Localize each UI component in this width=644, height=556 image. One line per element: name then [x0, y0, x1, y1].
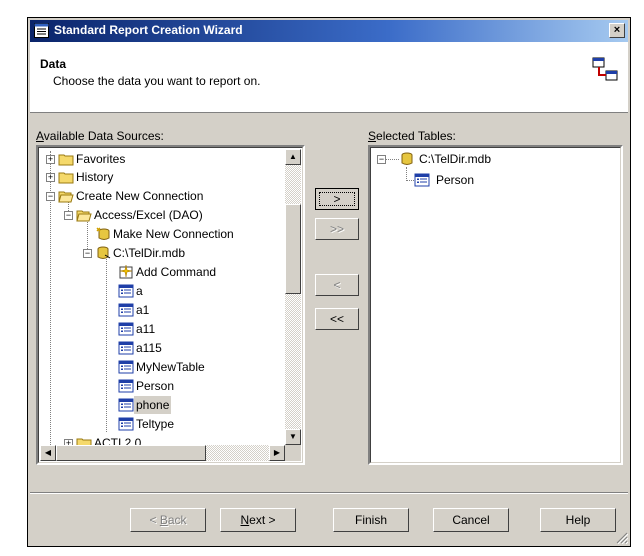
- wizard-app-icon: [34, 23, 49, 38]
- table-icon: [118, 417, 134, 431]
- make-connection-icon: [96, 227, 110, 240]
- collapse-icon[interactable]: −: [64, 211, 73, 220]
- tree-item-create-new-connection[interactable]: − Create New Connection: [43, 187, 273, 205]
- title-bar[interactable]: Standard Report Creation Wizard ×: [30, 20, 628, 42]
- add-table-button[interactable]: >: [315, 188, 359, 210]
- arrow-up-icon: ▲: [289, 152, 297, 161]
- collapse-icon[interactable]: −: [83, 249, 92, 258]
- back-button[interactable]: < Back: [130, 508, 206, 532]
- folder-icon: [58, 172, 74, 184]
- selected-tables-tree[interactable]: − C:\TelDir.mdb Person: [368, 145, 623, 465]
- table-icon: [118, 284, 134, 298]
- table-icon: [118, 379, 134, 393]
- collapse-icon[interactable]: −: [46, 192, 55, 201]
- table-icon: [118, 322, 134, 336]
- arrow-right-icon: ▶: [273, 448, 281, 457]
- expand-icon[interactable]: +: [46, 155, 55, 164]
- arrow-down-icon: ▼: [289, 432, 297, 441]
- vertical-scroll-thumb[interactable]: [285, 204, 301, 294]
- next-button[interactable]: Next >: [220, 508, 296, 532]
- available-sources-tree[interactable]: + Favorites + History − Create New Conne…: [36, 145, 305, 465]
- vertical-scrollbar[interactable]: ▲ ▼: [285, 149, 301, 445]
- database-icon: [97, 246, 111, 259]
- horizontal-scrollbar[interactable]: ◀ ▶: [40, 445, 285, 461]
- wizard-header: Data Choose the data you want to report …: [30, 42, 628, 113]
- horizontal-scroll-thumb[interactable]: [56, 445, 206, 461]
- expand-icon[interactable]: +: [46, 173, 55, 182]
- selected-tables-label: Selected Tables:: [368, 129, 456, 143]
- data-link-icon: [592, 57, 618, 81]
- add-command-icon: [119, 265, 133, 279]
- scroll-up-button[interactable]: ▲: [285, 149, 301, 165]
- tree-item-make-new-connection[interactable]: Make New Connection: [80, 225, 303, 243]
- collapse-icon[interactable]: −: [377, 155, 386, 164]
- scroll-down-button[interactable]: ▼: [285, 429, 301, 445]
- cancel-button[interactable]: Cancel: [433, 508, 509, 532]
- scroll-corner: [285, 445, 301, 461]
- table-icon: [118, 398, 134, 412]
- folder-open-icon: [76, 210, 92, 222]
- selected-item-person[interactable]: Person: [414, 171, 564, 189]
- tree-item-history[interactable]: + History: [43, 168, 263, 186]
- resize-grip-icon[interactable]: [616, 532, 628, 544]
- table-icon: [118, 360, 134, 374]
- finish-button[interactable]: Finish: [333, 508, 409, 532]
- add-all-button[interactable]: >>: [315, 218, 359, 240]
- remove-all-button[interactable]: <<: [315, 308, 359, 330]
- folder-open-icon: [58, 191, 74, 203]
- selected-item-teldir-mdb[interactable]: − C:\TelDir.mdb: [375, 150, 575, 168]
- remove-table-button[interactable]: <: [315, 274, 359, 296]
- table-icon: [118, 303, 134, 317]
- footer-separator: [30, 492, 628, 494]
- help-button[interactable]: Help: [540, 508, 616, 532]
- close-icon: ×: [613, 24, 621, 36]
- tree-item-access-excel-dao[interactable]: − Access/Excel (DAO): [61, 206, 291, 224]
- wizard-dialog: Standard Report Creation Wizard × Data C…: [27, 17, 631, 547]
- step-title: Data: [40, 57, 67, 71]
- database-icon: [401, 152, 413, 165]
- close-button[interactable]: ×: [609, 23, 625, 38]
- tree-item-favorites[interactable]: + Favorites: [43, 150, 263, 168]
- scroll-right-button[interactable]: ▶: [269, 445, 285, 461]
- folder-icon: [58, 154, 74, 166]
- available-sources-label: Available Data Sources:: [36, 129, 164, 143]
- tree-item-teldir-mdb[interactable]: − C:\TelDir.mdb: [80, 244, 280, 262]
- step-subtitle: Choose the data you want to report on.: [53, 74, 261, 88]
- table-icon: [118, 341, 134, 355]
- window-title: Standard Report Creation Wizard: [54, 23, 243, 37]
- arrow-left-icon: ◀: [44, 448, 52, 457]
- scroll-left-button[interactable]: ◀: [40, 445, 56, 461]
- table-icon: [414, 173, 430, 187]
